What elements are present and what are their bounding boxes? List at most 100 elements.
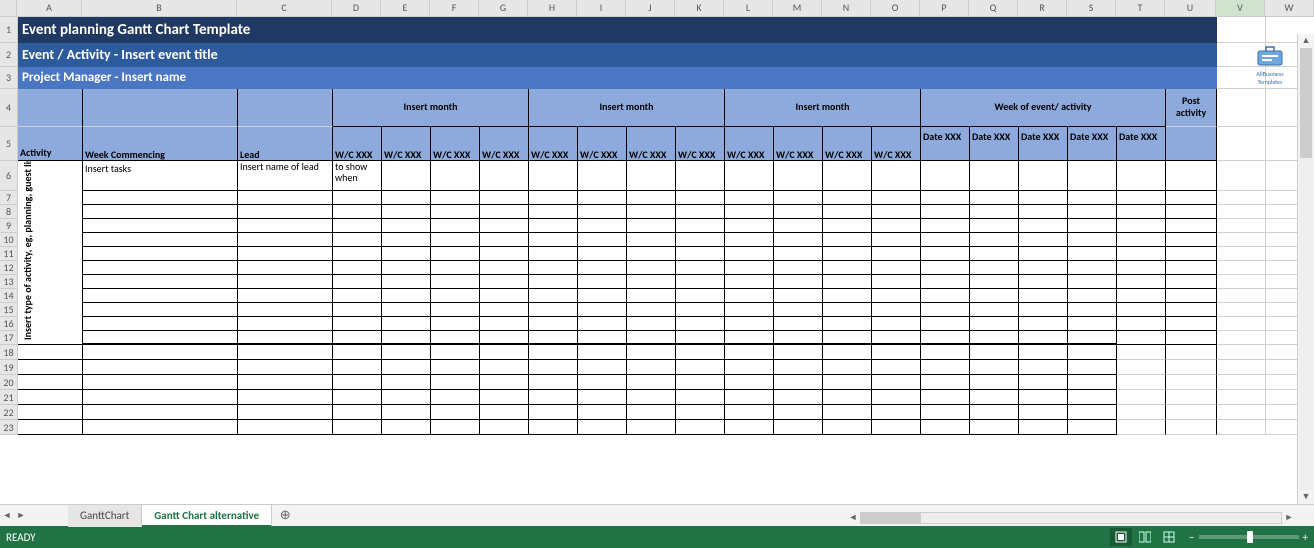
hdr-wc-11: W/C XXX [872, 127, 921, 161]
vscroll-thumb[interactable] [1300, 48, 1312, 158]
hdr-wc-6: W/C XXX [627, 127, 676, 161]
hscroll-thumb[interactable] [861, 513, 921, 523]
hscroll-right-arrow[interactable]: ► [1282, 512, 1296, 523]
hdr-wc-9: W/C XXX [774, 127, 823, 161]
row-header-12[interactable]: 12 [0, 261, 18, 275]
hdr-date-2: Date XXX [1019, 127, 1068, 161]
sheet-tabs-bar: ◄ ► GanttChartGantt Chart alternative ⊕ … [0, 504, 1314, 526]
status-bar: READY − + [0, 526, 1314, 548]
hdr-weekcomm-top [83, 89, 238, 127]
row-header-18[interactable]: 18 [0, 345, 18, 360]
row-header-9[interactable]: 9 [0, 219, 18, 233]
col-header-F[interactable]: F [430, 0, 479, 16]
row-header-7[interactable]: 7 [0, 191, 18, 205]
hdr-activity-top [18, 89, 83, 127]
vertical-scrollbar[interactable]: ▲ ▼ [1297, 34, 1314, 504]
col-header-V[interactable]: V [1216, 0, 1265, 16]
cell-insert-tasks[interactable]: Insert tasks [83, 161, 238, 191]
view-page-layout-button[interactable] [1134, 528, 1156, 546]
hdr-wc-10: W/C XXX [823, 127, 872, 161]
grid-area[interactable]: 1Event planning Gantt Chart Template2Eve… [0, 17, 1314, 504]
col-header-R[interactable]: R [1018, 0, 1067, 16]
logo-text-2: Templates [1250, 79, 1290, 85]
scroll-down-arrow[interactable]: ▼ [1298, 490, 1314, 504]
col-header-Q[interactable]: Q [969, 0, 1018, 16]
col-header-T[interactable]: T [1116, 0, 1165, 16]
hdr-wc-5: W/C XXX [578, 127, 627, 161]
row-header-15[interactable]: 15 [0, 303, 18, 317]
col-header-B[interactable]: B [82, 0, 237, 16]
title-event: Event / Activity - Insert event title [18, 43, 1217, 67]
hdr-wc-7: W/C XXX [676, 127, 725, 161]
row-header-14[interactable]: 14 [0, 289, 18, 303]
col-header-U[interactable]: U [1165, 0, 1216, 16]
cell-show-when[interactable]: to show when [333, 161, 382, 191]
hdr-date-3: Date XXX [1068, 127, 1117, 161]
row-header-8[interactable]: 8 [0, 205, 18, 219]
col-header-C[interactable]: C [237, 0, 332, 16]
hdr-wc-0: W/C XXX [333, 127, 382, 161]
scroll-up-arrow[interactable]: ▲ [1298, 34, 1314, 48]
row-header-4[interactable]: 4 [0, 89, 18, 127]
col-header-L[interactable]: L [724, 0, 773, 16]
hdr-week-commencing: Week Commencing [83, 127, 238, 161]
row-header-3[interactable]: 3 [0, 67, 18, 89]
view-normal-button[interactable] [1110, 528, 1132, 546]
col-header-M[interactable]: M [773, 0, 822, 16]
title-template: Event planning Gantt Chart Template [18, 17, 1217, 43]
col-header-S[interactable]: S [1067, 0, 1116, 16]
row-header-22[interactable]: 22 [0, 405, 18, 420]
col-header-G[interactable]: G [479, 0, 528, 16]
row-header-1[interactable]: 1 [0, 17, 18, 43]
row-header-19[interactable]: 19 [0, 360, 18, 375]
hdr-post-activity-sub [1166, 127, 1217, 161]
col-header-P[interactable]: P [920, 0, 969, 16]
row-header-5[interactable]: 5 [0, 127, 18, 161]
col-header-E[interactable]: E [381, 0, 430, 16]
row-header-20[interactable]: 20 [0, 375, 18, 390]
row-header-13[interactable]: 13 [0, 275, 18, 289]
view-page-break-button[interactable] [1158, 528, 1180, 546]
select-all-corner[interactable] [0, 0, 17, 16]
col-header-I[interactable]: I [577, 0, 626, 16]
row-header-2[interactable]: 2 [0, 43, 18, 67]
column-header-row: ABCDEFGHIJKLMNOPQRSTUVW [0, 0, 1314, 17]
hdr-lead-top [238, 89, 333, 127]
row-header-11[interactable]: 11 [0, 247, 18, 261]
hdr-wc-3: W/C XXX [480, 127, 529, 161]
zoom-in-button[interactable]: + [1303, 531, 1308, 544]
col-header-D[interactable]: D [332, 0, 381, 16]
col-header-N[interactable]: N [822, 0, 871, 16]
row-header-23[interactable]: 23 [0, 420, 18, 435]
hdr-lead: Lead [238, 127, 333, 161]
row-header-16[interactable]: 16 [0, 317, 18, 331]
hdr-post-activity: Post activity [1166, 89, 1217, 127]
sheet-tab-gantt-chart-alternative[interactable]: Gantt Chart alternative [142, 505, 272, 527]
col-header-W[interactable]: W [1265, 0, 1314, 16]
hdr-month-0: Insert month [333, 89, 529, 127]
allbusiness-logo: AllBusiness Templates [1250, 45, 1290, 91]
tab-nav-next[interactable]: ► [14, 506, 28, 526]
row-header-17[interactable]: 17 [0, 331, 18, 345]
col-header-O[interactable]: O [871, 0, 920, 16]
horizontal-scrollbar[interactable]: ◄ ► [846, 509, 1296, 526]
hdr-month-2: Insert month [725, 89, 921, 127]
col-header-J[interactable]: J [626, 0, 675, 16]
col-header-H[interactable]: H [528, 0, 577, 16]
sheet-tab-ganttchart[interactable]: GanttChart [68, 505, 142, 527]
zoom-out-button[interactable]: − [1189, 531, 1194, 544]
zoom-slider[interactable] [1199, 535, 1299, 539]
new-sheet-button[interactable]: ⊕ [272, 508, 298, 523]
hscroll-left-arrow[interactable]: ◄ [846, 512, 860, 523]
row-header-21[interactable]: 21 [0, 390, 18, 405]
activity-type-rotated-text: Insert type of activity, eg, planning, g… [20, 161, 35, 344]
col-header-A[interactable]: A [17, 0, 82, 16]
col-header-K[interactable]: K [675, 0, 724, 16]
tab-nav-prev[interactable]: ◄ [0, 506, 14, 526]
cell-insert-lead[interactable]: Insert name of lead [238, 161, 333, 191]
row-header-6[interactable]: 6 [0, 161, 18, 191]
hdr-wc-8: W/C XXX [725, 127, 774, 161]
status-ready: READY [6, 531, 36, 544]
row-header-10[interactable]: 10 [0, 233, 18, 247]
hdr-date-1: Date XXX [970, 127, 1019, 161]
